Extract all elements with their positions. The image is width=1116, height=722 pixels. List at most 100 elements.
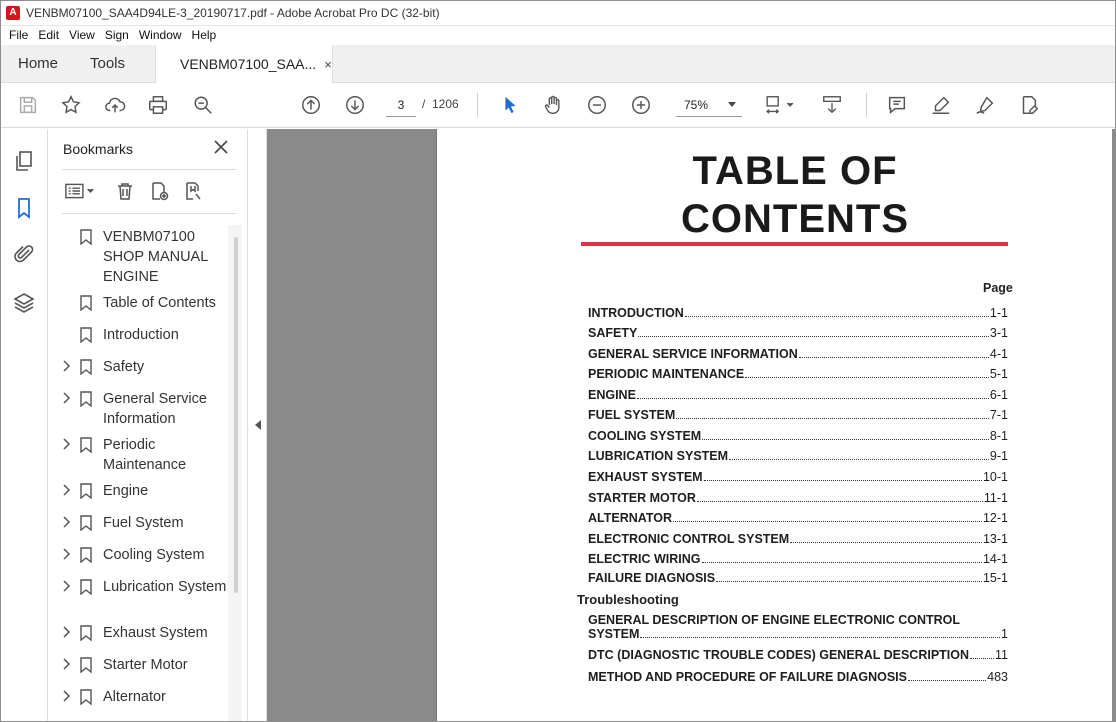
chevron-right-icon[interactable] — [61, 626, 71, 638]
menu-file[interactable]: File — [9, 28, 28, 42]
toc-entry[interactable]: ENGINE 6-1 — [588, 386, 1008, 402]
bookmark-label: Alternator — [103, 689, 166, 705]
toc-entry[interactable]: PERIODIC MAINTENANCE 5-1 — [588, 365, 1008, 381]
toolbar-divider — [477, 93, 478, 117]
tab-tools[interactable]: Tools — [90, 45, 125, 82]
bookmark-label: Periodic Maintenance — [103, 437, 187, 473]
zoom-in-icon[interactable] — [629, 93, 653, 117]
zoom-select[interactable]: 75% — [676, 93, 742, 117]
panel-collapse-handle[interactable] — [249, 129, 267, 722]
delete-icon[interactable] — [112, 179, 138, 203]
bookmarks-panel: Bookmarks VENBM07100 SHOP MANUAL ENGINE … — [48, 129, 248, 722]
zoom-out-icon[interactable] — [585, 93, 609, 117]
bookmark-icon — [79, 359, 93, 376]
toc-entry[interactable]: METHOD AND PROCEDURE OF FAILURE DIAGNOSI… — [588, 668, 1008, 684]
bookmark-label: Engine — [103, 483, 149, 499]
find-zoom-icon[interactable] — [191, 93, 215, 117]
sign-icon[interactable] — [973, 93, 997, 117]
bookmark-label: General Service Information — [103, 391, 207, 427]
chevron-right-icon[interactable] — [61, 658, 71, 670]
bookmark-icon — [79, 483, 93, 500]
chevron-right-icon[interactable] — [61, 392, 71, 404]
new-bookmark-icon[interactable] — [146, 179, 172, 203]
highlight-pen-icon[interactable] — [929, 93, 953, 117]
star-icon[interactable] — [59, 93, 83, 117]
bookmark-label: Safety — [103, 359, 145, 375]
layers-icon[interactable] — [12, 291, 36, 315]
toc-entry[interactable]: ELECTRIC WIRING 14-1 — [588, 550, 1008, 566]
close-icon[interactable] — [212, 138, 230, 156]
bookmark-tools — [62, 179, 242, 205]
bookmark-icon — [79, 547, 93, 564]
toc-entry[interactable]: FUEL SYSTEM 7-1 — [588, 406, 1008, 422]
toc-entry[interactable]: SAFETY 3-1 — [588, 324, 1008, 340]
page-separator: / — [422, 97, 426, 111]
bookmark-icon — [79, 625, 93, 642]
menu-edit[interactable]: Edit — [38, 28, 59, 42]
options-menu-icon[interactable] — [62, 179, 100, 203]
toc-entry[interactable]: STARTER MOTOR 11-1 — [588, 489, 1008, 505]
bookmarks-title: Bookmarks — [63, 141, 134, 157]
toc-entry[interactable]: ALTERNATOR 12-1 — [588, 509, 1008, 525]
chevron-right-icon[interactable] — [61, 548, 71, 560]
toc-entry[interactable]: ELECTRONIC CONTROL SYSTEM 13-1 — [588, 530, 1008, 546]
toc-entry[interactable]: FAILURE DIAGNOSIS 15-1 — [588, 569, 1008, 585]
chevron-right-icon[interactable] — [61, 516, 71, 528]
tab-document[interactable]: VENBM07100_SAA... × — [155, 45, 333, 83]
tab-home[interactable]: Home — [18, 45, 58, 82]
hand-tool-icon[interactable] — [541, 93, 565, 117]
chevron-right-icon[interactable] — [61, 580, 71, 592]
page-title: TABLE OF CONTENTS — [577, 147, 1013, 243]
menu-window[interactable]: Window — [139, 28, 182, 42]
toolbar: 3 / 1206 75% — [0, 83, 1116, 128]
navigation-rail — [0, 129, 48, 722]
menu-sign[interactable]: Sign — [105, 28, 129, 42]
save-icon[interactable] — [16, 93, 40, 117]
page-number-input[interactable]: 3 — [386, 93, 416, 117]
bookmark-label: Exhaust System — [103, 625, 208, 641]
chevron-right-icon[interactable] — [61, 360, 71, 372]
edit-pdf-icon[interactable] — [1017, 93, 1041, 117]
bookmark-label: Introduction — [103, 327, 179, 343]
toc-entry[interactable]: EXHAUST SYSTEM 10-1 — [588, 468, 1008, 484]
cloud-upload-icon[interactable] — [103, 93, 127, 117]
page-total: 1206 — [432, 97, 459, 111]
comment-icon[interactable] — [885, 93, 909, 117]
toc-entry[interactable]: GENERAL SERVICE INFORMATION 4-1 — [588, 345, 1008, 361]
bookmark-search-icon[interactable] — [180, 179, 206, 203]
next-page-icon[interactable] — [343, 93, 367, 117]
select-cursor-icon[interactable] — [498, 93, 522, 117]
toc-entry[interactable]: COOLING SYSTEM 8-1 — [588, 427, 1008, 443]
chevron-down-icon — [728, 102, 736, 107]
chevron-right-icon[interactable] — [61, 484, 71, 496]
bookmarks-icon[interactable] — [12, 196, 36, 220]
toc-entry[interactable]: DTC (DIAGNOSTIC TROUBLE CODES) GENERAL D… — [588, 646, 1008, 662]
pdf-page[interactable]: TABLE OF CONTENTS Page INTRODUCTION 1-1 S… — [436, 129, 1112, 722]
toc-entry[interactable]: LUBRICATION SYSTEM 9-1 — [588, 447, 1008, 463]
menu-help[interactable]: Help — [192, 28, 217, 42]
window-title: VENBM07100_SAA4D94LE-3_20190717.pdf - Ad… — [26, 5, 440, 20]
print-icon[interactable] — [146, 93, 170, 117]
title-bar: A VENBM07100_SAA4D94LE-3_20190717.pdf - … — [0, 0, 1116, 26]
scroll-mode-icon[interactable] — [820, 93, 844, 117]
chevron-right-icon[interactable] — [61, 438, 71, 450]
tab-bar: Home Tools VENBM07100_SAA... × — [0, 45, 1116, 83]
toc-entry[interactable]: INTRODUCTION 1-1 — [588, 304, 1008, 320]
page-column-header: Page — [983, 281, 1013, 295]
page-fit-icon[interactable] — [762, 93, 798, 117]
menu-bar: File Edit View Sign Window Help — [0, 25, 1116, 45]
previous-page-icon[interactable] — [299, 93, 323, 117]
title-line-2: CONTENTS — [681, 197, 909, 241]
attachments-icon[interactable] — [12, 242, 36, 266]
menu-view[interactable]: View — [69, 28, 95, 42]
scrollbar-thumb[interactable] — [234, 237, 238, 593]
bookmark-icon — [79, 327, 93, 344]
toc-entry[interactable]: GENERAL DESCRIPTION OF ENGINE ELECTRONIC… — [588, 613, 1008, 641]
divider — [62, 213, 236, 214]
chevron-left-icon[interactable] — [255, 420, 261, 430]
tab-close-icon[interactable]: × — [324, 57, 332, 72]
chevron-right-icon[interactable] — [61, 690, 71, 702]
bookmark-icon — [79, 515, 93, 532]
pages-thumbnail-icon[interactable] — [12, 149, 36, 173]
bookmark-label: Table of Contents — [103, 295, 216, 311]
